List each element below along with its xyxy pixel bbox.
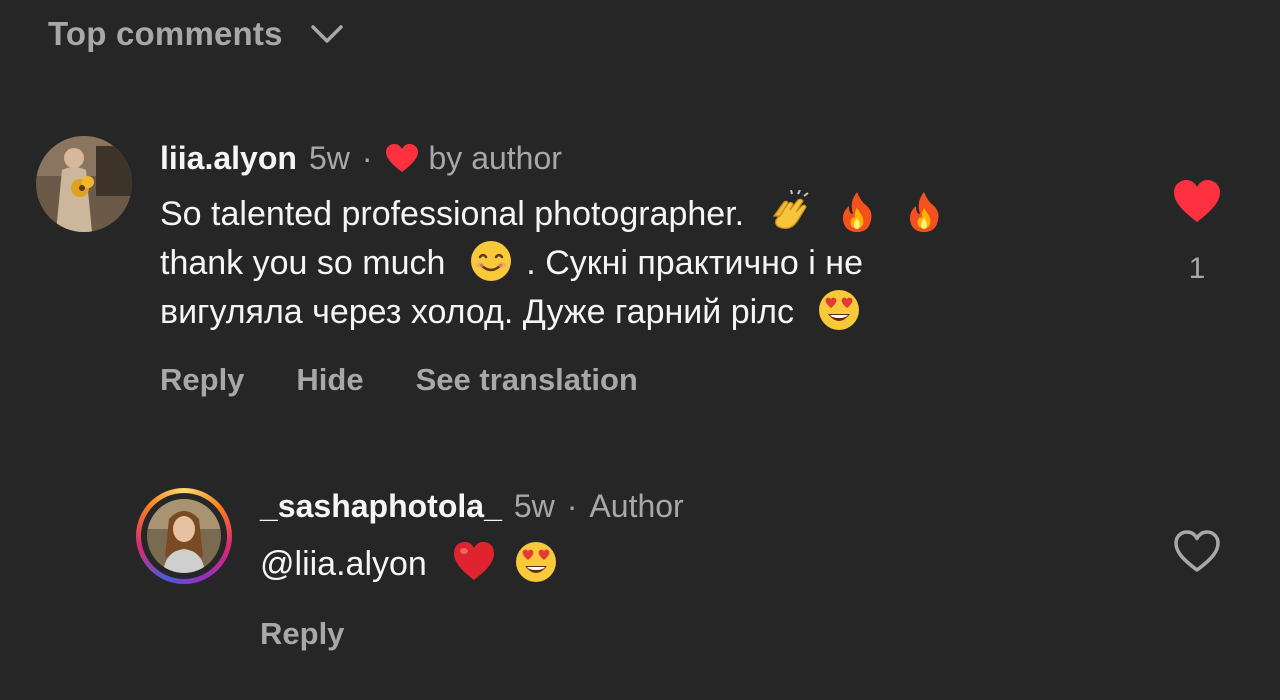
- separator-dot: ·: [566, 487, 578, 524]
- fire-emoji: [842, 192, 872, 232]
- comments-panel: Top comments liia.alyon 5w · by author S…: [0, 0, 1280, 700]
- username[interactable]: liia.alyon: [160, 140, 297, 177]
- separator-dot: ·: [361, 139, 373, 176]
- see-translation-button[interactable]: See translation: [416, 362, 638, 398]
- heart-eyes-emoji: [515, 542, 556, 582]
- hide-button[interactable]: Hide: [296, 362, 363, 398]
- comment-text-segment: вигуляла через холод. Дуже гарний рілс: [160, 293, 795, 331]
- comment-age: 5w: [308, 139, 350, 176]
- comment-text-segment: thank you so much: [160, 244, 446, 282]
- comment-actions: Reply Hide See translation: [160, 360, 690, 400]
- comment-header: _sashaphotola_ 5w · Author: [260, 486, 684, 526]
- clapping-hands-emoji: [772, 190, 809, 229]
- fire-emoji: [910, 192, 939, 232]
- comment-text-segment: So talented professional photographer.: [160, 195, 745, 233]
- heart-filled-icon: [385, 144, 418, 172]
- heart-outline-icon[interactable]: [1172, 528, 1222, 574]
- comment-actions: Reply: [260, 614, 396, 654]
- like-count: 1: [1188, 252, 1206, 285]
- comment-text: @liia.alyon: [260, 540, 558, 589]
- comment-line: вигуляла через холод. Дуже гарний рілс: [160, 288, 946, 337]
- reply-button[interactable]: Reply: [260, 616, 344, 652]
- avatar: [147, 499, 221, 573]
- comment-line: thank you so much . Сукні практично і не: [160, 239, 946, 288]
- comment-header: liia.alyon 5w · by author: [160, 138, 562, 178]
- smiling-face-emoji: [470, 241, 511, 281]
- author-badge: Author: [589, 487, 684, 524]
- reply-button[interactable]: Reply: [160, 362, 244, 398]
- heart-filled-icon[interactable]: [1172, 178, 1222, 224]
- comment-line: So talented professional photographer.: [160, 190, 946, 239]
- comment-text-segment: . Сукні практично і не: [526, 244, 863, 282]
- username[interactable]: _sashaphotola_: [260, 488, 502, 525]
- avatar-story-ring[interactable]: [136, 488, 232, 584]
- liked-by-author-label: by author: [428, 139, 562, 176]
- chevron-down-icon: [310, 25, 343, 43]
- heart-eyes-emoji: [819, 290, 860, 330]
- comment-text: So talented professional photographer. t…: [160, 190, 946, 337]
- mention-link[interactable]: @liia.alyon: [260, 545, 427, 583]
- comment-age: 5w: [513, 487, 555, 524]
- sort-selector[interactable]: Top comments: [48, 12, 345, 56]
- sort-label: Top comments: [48, 15, 283, 52]
- avatar[interactable]: [36, 136, 132, 232]
- red-heart-emoji: [454, 542, 495, 580]
